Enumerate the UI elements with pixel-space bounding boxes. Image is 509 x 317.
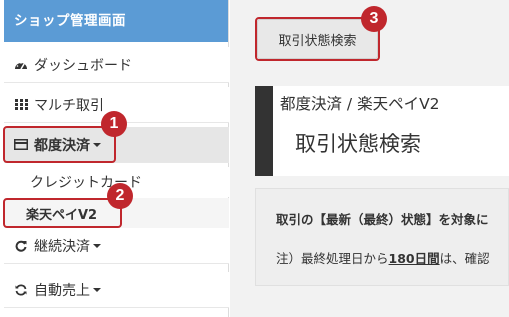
sidebar: ショップ管理画面 ダッシュボード マルチ取引 都度決済 クレジットカード 楽天ペ…: [4, 0, 229, 317]
annotation-badge-1: 1: [101, 111, 127, 137]
credit-card-icon: [13, 138, 29, 152]
annotation-badge-3: 3: [361, 6, 387, 32]
page-subtitle: 都度決済 / 楽天ペイV2: [280, 95, 440, 113]
refresh-icon: [13, 239, 29, 253]
sidebar-item-dashboard[interactable]: ダッシュボード: [4, 47, 229, 83]
chevron-down-icon: [93, 287, 101, 292]
info-text-line2: 注）最終処理日から180日間は、確認: [276, 248, 490, 267]
sync-icon: [13, 283, 29, 297]
sidebar-item-label: マルチ取引: [34, 97, 104, 114]
annotation-badge-2: 2: [107, 183, 133, 209]
info-note-prefix: 注）最終処理日から: [276, 251, 389, 266]
grid-icon: [13, 98, 29, 112]
sidebar-subitem-label: 楽天ペイV2: [26, 207, 98, 223]
chevron-down-icon: [93, 142, 101, 147]
breadcrumb-transaction-status-search[interactable]: 取引状態検索: [257, 19, 378, 59]
title-accent-bar: [255, 86, 273, 176]
info-note-suffix: は、確認: [439, 251, 490, 266]
dashboard-icon: [13, 58, 29, 72]
info-note-highlight: 180日間: [388, 251, 440, 266]
sidebar-item-auto-sales[interactable]: 自動売上: [4, 272, 229, 308]
sidebar-item-label: 継続決済: [34, 238, 90, 255]
sidebar-item-label: ダッシュボード: [34, 57, 132, 74]
info-text-line1: 取引の【最新（最終）状態】を対象に: [276, 212, 489, 227]
chevron-down-icon: [93, 243, 101, 248]
info-panel: 取引の【最新（最終）状態】を対象に 注）最終処理日から180日間は、確認: [255, 188, 509, 286]
sidebar-title: ショップ管理画面: [4, 0, 228, 42]
sidebar-item-label: 都度決済: [34, 137, 90, 154]
sidebar-item-recurring-payment[interactable]: 継続決済: [4, 228, 229, 264]
page-title: 取引状態検索: [295, 132, 421, 156]
page-header: 都度決済 / 楽天ペイV2 取引状態検索: [255, 86, 509, 176]
sidebar-item-label: 自動売上: [34, 282, 90, 299]
